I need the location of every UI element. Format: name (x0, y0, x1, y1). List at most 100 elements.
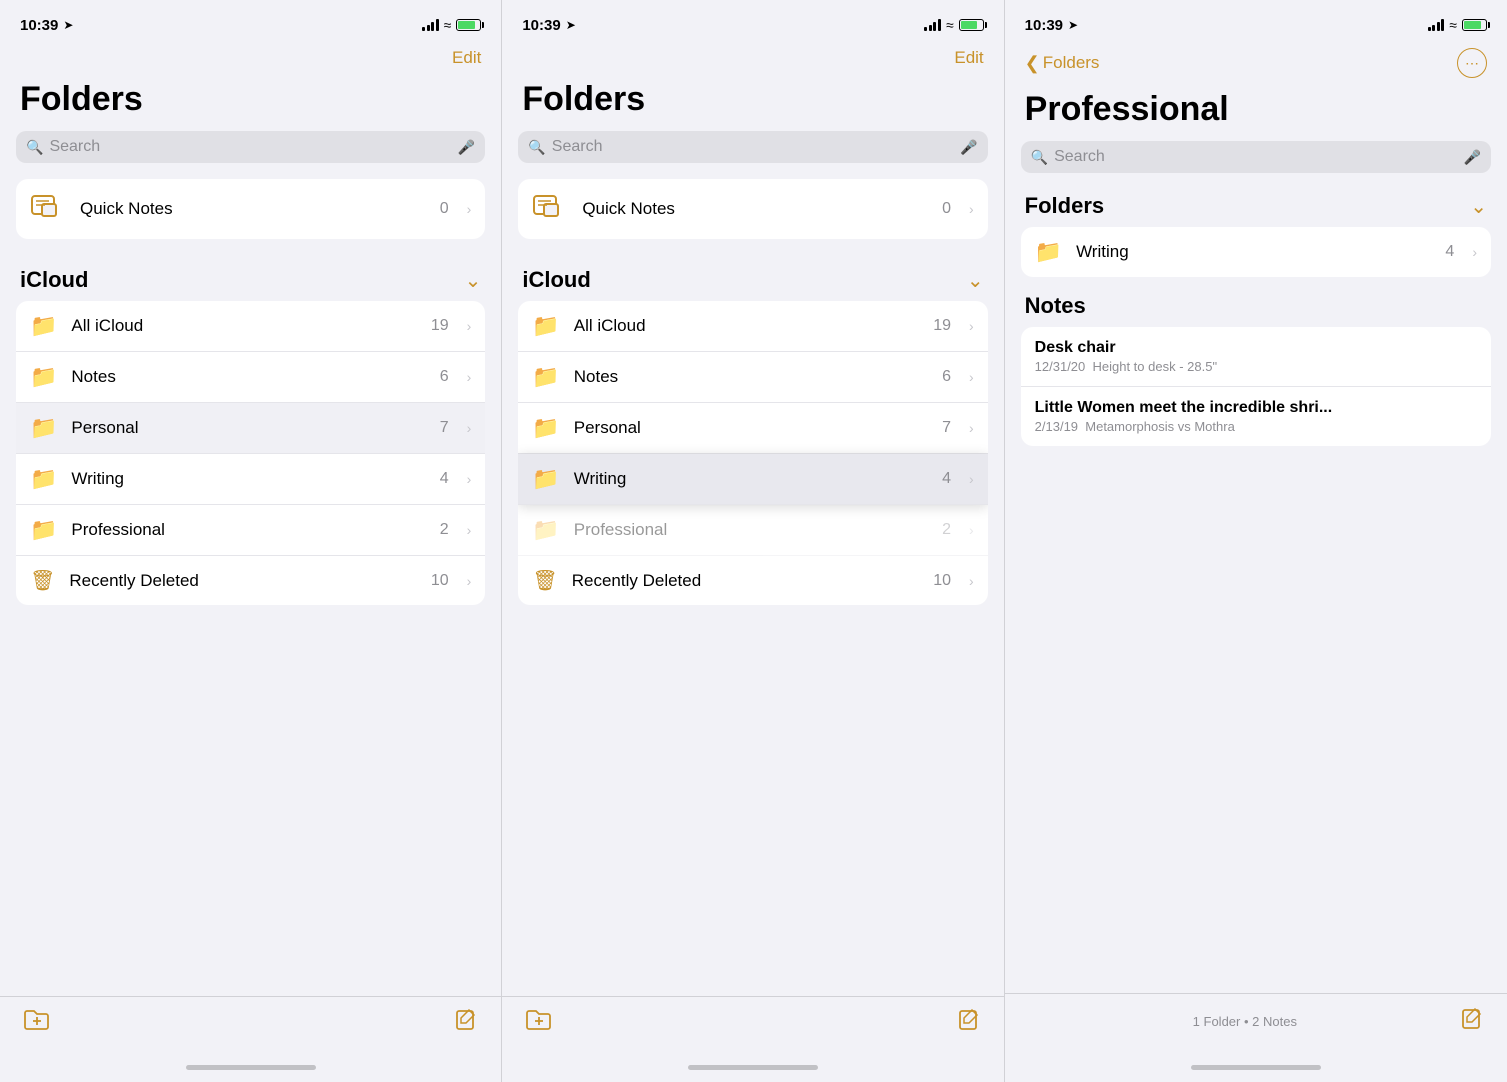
personal-item-1[interactable]: 📁 Personal 7 › (16, 403, 485, 454)
writing-folder-item-3[interactable]: 📁 Writing 4 › (1021, 227, 1491, 277)
page-title-2: Folders (502, 76, 1003, 131)
compose-button-1[interactable] (455, 1009, 477, 1037)
new-folder-button-2[interactable] (526, 1009, 552, 1037)
edit-button-2[interactable]: Edit (954, 48, 983, 68)
quick-notes-icon-2 (532, 191, 568, 227)
folder-label-all-2: All iCloud (574, 316, 919, 336)
battery-fill-1 (458, 21, 475, 29)
professional-item-2[interactable]: 📁 Professional 2 › (518, 505, 987, 556)
quick-notes-card-2[interactable]: Quick Notes 0 › (518, 179, 987, 239)
quick-notes-count-1: 0 (440, 200, 449, 218)
folder-icon-professional-2: 📁 (532, 517, 559, 543)
folder-label-all-1: All iCloud (71, 316, 416, 336)
search-bar-2[interactable]: 🔍 Search 🎤 (518, 131, 987, 163)
mic-icon-1: 🎤 (458, 139, 475, 156)
recently-deleted-item-1[interactable]: 🗑 Recently Deleted 10 › (16, 556, 485, 605)
quick-notes-chevron-2: › (969, 201, 974, 217)
folder-card-1: 📁 All iCloud 19 › 📁 Notes 6 › 📁 Personal… (16, 301, 485, 605)
signal-bar-2-1 (924, 27, 927, 31)
folder-icon-all-2: 📁 (532, 313, 559, 339)
folder-icon-notes-1: 📁 (30, 364, 57, 390)
signal-bar-3-1 (1428, 27, 1431, 31)
signal-bar-3-3 (1437, 22, 1440, 31)
all-icloud-item-1[interactable]: 📁 All iCloud 19 › (16, 301, 485, 352)
more-dots-icon: ⋯ (1465, 55, 1479, 72)
wifi-icon-3: ≈ (1449, 17, 1457, 33)
location-icon-3: ➤ (1068, 18, 1078, 32)
signal-bar-3-2 (1432, 25, 1435, 31)
home-bar-3 (1191, 1065, 1321, 1070)
location-icon-2: ➤ (566, 18, 576, 32)
folder-icon-professional-1: 📁 (30, 517, 57, 543)
notes-item-1[interactable]: 📁 Notes 6 › (16, 352, 485, 403)
mic-icon-3: 🎤 (1464, 149, 1481, 166)
icloud-collapse-1[interactable]: ⌄ (465, 268, 482, 293)
note-item-little-women[interactable]: Little Women meet the incredible shri...… (1021, 387, 1491, 446)
folder-chevron-professional-2: › (969, 522, 974, 538)
signal-bar-3-4 (1441, 19, 1444, 31)
bottom-toolbar-3: 1 Folder • 2 Notes (1005, 993, 1507, 1057)
trash-icon-2: 🗑 (532, 568, 557, 593)
folder-label-writing-1: Writing (71, 469, 425, 489)
status-icons-1: ≈ (422, 17, 481, 33)
new-folder-button-1[interactable] (24, 1009, 50, 1037)
quick-notes-icon-1 (30, 191, 66, 227)
home-bar-2 (688, 1065, 818, 1070)
professional-item-1[interactable]: 📁 Professional 2 › (16, 505, 485, 556)
signal-bar-2-3 (933, 22, 936, 31)
folder-chevron-professional-1: › (467, 522, 472, 538)
folder-icon-writing-3: 📁 (1035, 239, 1062, 265)
quick-notes-item-1[interactable]: Quick Notes 0 › (16, 179, 485, 239)
home-indicator-3 (1005, 1057, 1507, 1082)
compose-button-2[interactable] (958, 1009, 980, 1037)
folder-count-all-1: 19 (431, 317, 449, 335)
search-bar-3[interactable]: 🔍 Search 🎤 (1021, 141, 1491, 173)
search-placeholder-2: Search (552, 138, 954, 156)
folder-icon-personal-1: 📁 (30, 415, 57, 441)
folder-chevron-personal-1: › (467, 420, 472, 436)
folder-card-3: 📁 Writing 4 › (1021, 227, 1491, 277)
content-1: Quick Notes 0 › iCloud ⌄ 📁 All iCloud 19… (0, 179, 501, 996)
signal-bar-2-2 (929, 25, 932, 31)
back-button-3[interactable]: ❮ Folders (1025, 53, 1100, 74)
more-button-3[interactable]: ⋯ (1457, 48, 1487, 78)
signal-bars-2 (924, 19, 941, 31)
personal-item-2[interactable]: 📁 Personal 7 › (518, 403, 987, 454)
mic-icon-2: 🎤 (960, 139, 977, 156)
search-bar-1[interactable]: 🔍 Search 🎤 (16, 131, 485, 163)
writing-item-1[interactable]: 📁 Writing 4 › (16, 454, 485, 505)
signal-bar-4 (436, 19, 439, 31)
wifi-icon-2: ≈ (946, 17, 954, 33)
all-icloud-item-2[interactable]: 📁 All iCloud 19 › (518, 301, 987, 352)
folder-label-professional-1: Professional (71, 520, 425, 540)
icloud-title-2: iCloud (522, 267, 590, 293)
footer-count-3: 1 Folder • 2 Notes (1029, 1006, 1461, 1037)
compose-button-3[interactable] (1461, 1008, 1483, 1036)
note-meta-desk-chair: 12/31/20 Height to desk - 28.5" (1035, 359, 1477, 374)
icloud-title-1: iCloud (20, 267, 88, 293)
quick-notes-label-1: Quick Notes (80, 199, 426, 219)
signal-bar-3 (431, 22, 434, 31)
folder-count-writing-1: 4 (440, 470, 449, 488)
folder-count-deleted-2: 10 (933, 572, 951, 590)
quick-notes-chevron-1: › (467, 201, 472, 217)
recently-deleted-item-2[interactable]: 🗑 Recently Deleted 10 › (518, 556, 987, 605)
edit-button-1[interactable]: Edit (452, 48, 481, 68)
folder-label-deleted-2: Recently Deleted (572, 571, 919, 591)
note-item-desk-chair[interactable]: Desk chair 12/31/20 Height to desk - 28.… (1021, 327, 1491, 387)
folder-chevron-deleted-1: › (467, 573, 472, 589)
signal-bar-2 (427, 25, 430, 31)
quick-notes-item-2[interactable]: Quick Notes 0 › (518, 179, 987, 239)
folder-label-professional-2: Professional (574, 520, 928, 540)
quick-notes-card-1[interactable]: Quick Notes 0 › (16, 179, 485, 239)
folders-title-3: Folders (1025, 193, 1104, 219)
folder-chevron-notes-2: › (969, 369, 974, 385)
icloud-collapse-2[interactable]: ⌄ (967, 268, 984, 293)
icloud-section-header-1: iCloud ⌄ (16, 263, 485, 301)
folders-collapse-3[interactable]: ⌄ (1470, 194, 1487, 219)
writing-item-2[interactable]: 📁 Writing 4 › (518, 454, 987, 505)
notes-item-2[interactable]: 📁 Notes 6 › (518, 352, 987, 403)
top-nav-2: Edit (502, 44, 1003, 76)
folder-count-personal-1: 7 (440, 419, 449, 437)
folders-section-header-3: Folders ⌄ (1021, 189, 1491, 227)
